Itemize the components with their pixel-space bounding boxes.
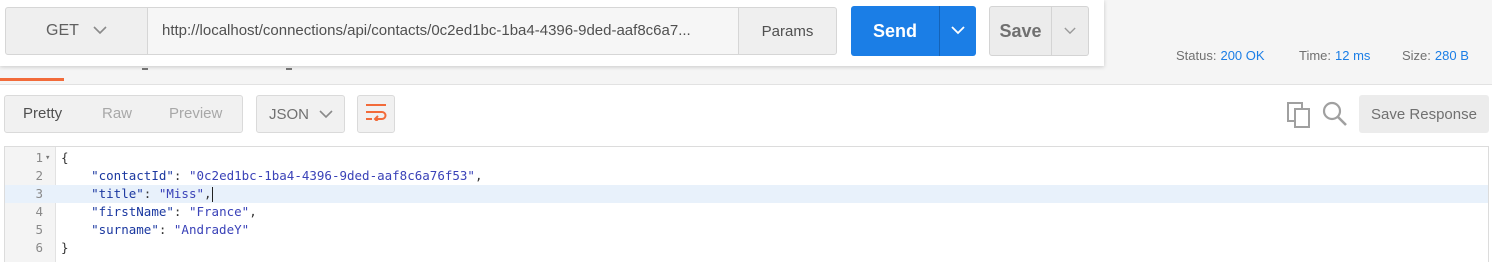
response-body-editor[interactable]: 1 ▾ {2 "contactId": "0c2ed1bc-1ba4-4396-9d… [4,146,1489,262]
code-text: "contactId": "0c2ed1bc-1ba4-4396-9ded-aa… [91,168,483,183]
fold-arrow-icon[interactable]: ▾ [45,149,50,167]
send-dropdown-button[interactable] [939,6,976,56]
chevron-down-icon [319,106,333,123]
wrap-lines-icon [365,103,387,126]
line-number: 6 [35,240,43,255]
code-text: "surname": "AndradeY" [91,222,250,237]
format-select[interactable]: JSON [256,95,345,133]
line-number: 3 [35,186,43,201]
code-text: { [61,150,69,165]
line-number: 5 [35,222,43,237]
code-line: 2 "contactId": "0c2ed1bc-1ba4-4396-9ded-… [5,167,1488,185]
status-label: Status: [1176,48,1217,63]
code-line: 3 "title": "Miss", [5,185,1488,203]
line-number: 4 [35,204,43,219]
line-number: 1 [35,150,43,165]
search-icon[interactable] [1321,100,1349,128]
save-dropdown-button[interactable] [1052,6,1089,56]
active-response-tab-indicator [0,78,64,81]
time-stat: Time: 12 ms [1299,48,1370,63]
copy-icon[interactable] [1286,101,1312,129]
chevron-down-icon [1064,22,1076,40]
url-input[interactable]: http://localhost/connections/api/contact… [148,7,738,55]
chevron-down-icon [93,22,107,40]
code-line: 5 "surname": "AndradeY" [5,221,1488,239]
text-caret [211,187,213,202]
wrap-lines-button[interactable] [357,95,395,133]
chevron-down-icon [951,22,965,40]
code-line: 1 ▾ { [5,149,1488,167]
size-value[interactable]: 280 B [1435,48,1469,63]
line-number: 2 [35,168,43,183]
time-label: Time: [1299,48,1332,63]
method-select[interactable]: GET [5,7,148,55]
view-mode-tabs: Pretty Raw Preview [4,95,243,133]
code-text: "title": "Miss", [91,186,213,202]
time-value[interactable]: 12 ms [1335,48,1370,63]
params-button[interactable]: Params [738,7,837,55]
tab-raw[interactable]: Raw [102,96,132,132]
size-label: Size: [1402,48,1431,63]
code-line: 6} [5,239,1488,257]
size-stat: Size: 280 B [1402,48,1469,63]
status-value[interactable]: 200 OK [1220,48,1264,63]
send-button[interactable]: Send [851,6,939,56]
code-text: "firstName": "France", [91,204,257,219]
status-stat: Status: 200 OK [1176,48,1265,63]
code-text: } [61,240,69,255]
format-label: JSON [269,105,310,123]
save-button[interactable]: Save [989,6,1052,56]
save-response-button[interactable]: Save Response [1359,95,1489,133]
tab-preview[interactable]: Preview [169,96,222,132]
code-line: 4 "firstName": "France", [5,203,1488,221]
method-label: GET [46,22,79,39]
tab-pretty[interactable]: Pretty [23,96,62,132]
